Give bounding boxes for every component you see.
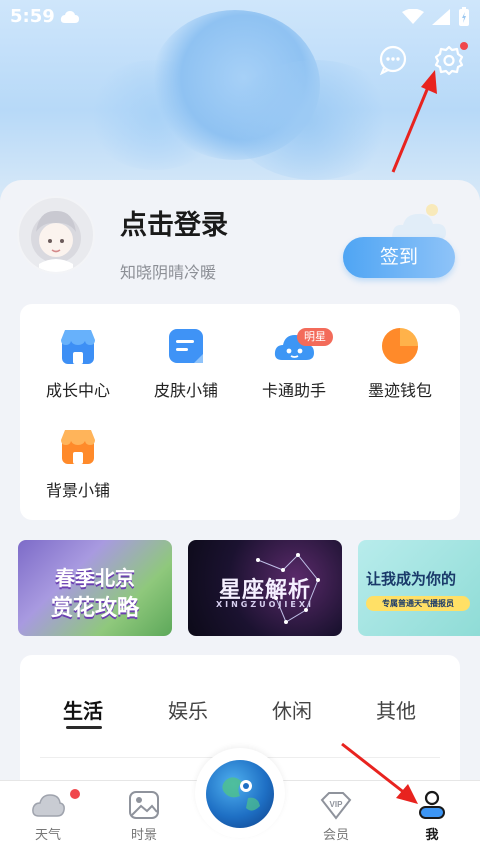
active-tab-indicator bbox=[66, 726, 102, 729]
image-icon bbox=[127, 790, 161, 820]
nav-label: 会员 bbox=[322, 828, 349, 843]
nav-weather[interactable]: 天气 bbox=[18, 790, 78, 843]
status-bar: 5:59 bbox=[0, 0, 480, 34]
banner-horoscope[interactable]: 星座解析 XINGZUOJIEXI bbox=[188, 540, 342, 636]
banner-spring-flowers[interactable]: 春季北京 赏花攻略 bbox=[18, 540, 172, 636]
tab-entertainment[interactable]: 娱乐 bbox=[168, 695, 208, 724]
avatar[interactable] bbox=[17, 196, 95, 274]
service-label: 成长中心 bbox=[45, 381, 110, 400]
service-label: 墨迹钱包 bbox=[367, 381, 432, 400]
store-icon bbox=[58, 326, 98, 366]
cloud-icon bbox=[31, 790, 65, 820]
service-growth-center[interactable]: 成长中心 bbox=[28, 304, 128, 400]
banner-title: 让我成为你的 bbox=[366, 570, 457, 588]
service-background-shop[interactable]: 背景小铺 bbox=[28, 404, 128, 500]
service-label: 背景小铺 bbox=[45, 481, 110, 500]
notification-dot bbox=[460, 42, 468, 50]
status-time: 5:59 bbox=[10, 6, 55, 27]
service-label: 卡通助手 bbox=[261, 381, 326, 400]
banner-subtitle: 专属普通天气播报员 bbox=[366, 596, 470, 611]
login-subtitle: 知晓阴晴冷暖 bbox=[120, 263, 217, 282]
star-badge: 明星 bbox=[297, 328, 333, 346]
tab-leisure[interactable]: 休闲 bbox=[272, 695, 312, 724]
banner-title: 春季北京 bbox=[55, 566, 135, 590]
document-icon bbox=[166, 326, 206, 366]
service-skin-shop[interactable]: 皮肤小铺 bbox=[136, 304, 236, 400]
banner-subtitle: XINGZUOJIEXI bbox=[215, 600, 315, 609]
weather-notification-dot bbox=[70, 789, 80, 799]
nav-label: 我 bbox=[425, 828, 439, 843]
nav-label: 天气 bbox=[34, 828, 61, 843]
nav-timescape[interactable]: 时景 bbox=[114, 790, 174, 843]
banner-weather-reporter[interactable]: 让我成为你的 专属普通天气播报员 bbox=[358, 540, 480, 636]
pie-wallet-icon bbox=[380, 326, 420, 366]
service-wallet[interactable]: 墨迹钱包 bbox=[350, 304, 450, 400]
login-title[interactable]: 点击登录 bbox=[120, 203, 228, 242]
weather-status-icon bbox=[60, 9, 80, 28]
signin-button[interactable]: 签到 bbox=[343, 237, 455, 278]
tab-other[interactable]: 其他 bbox=[376, 695, 416, 724]
annotation-arrow-settings bbox=[391, 70, 437, 173]
annotation-arrow-me bbox=[341, 742, 418, 804]
service-label: 皮肤小铺 bbox=[153, 381, 218, 400]
battery-icon bbox=[458, 7, 470, 31]
banner-subtitle: 赏花攻略 bbox=[50, 596, 139, 621]
tab-life[interactable]: 生活 bbox=[63, 695, 103, 724]
globe-icon[interactable] bbox=[206, 760, 274, 828]
signal-icon bbox=[432, 9, 450, 29]
orange-store-icon bbox=[58, 426, 98, 466]
nav-label: 时景 bbox=[130, 828, 157, 843]
wifi-icon bbox=[402, 8, 424, 29]
